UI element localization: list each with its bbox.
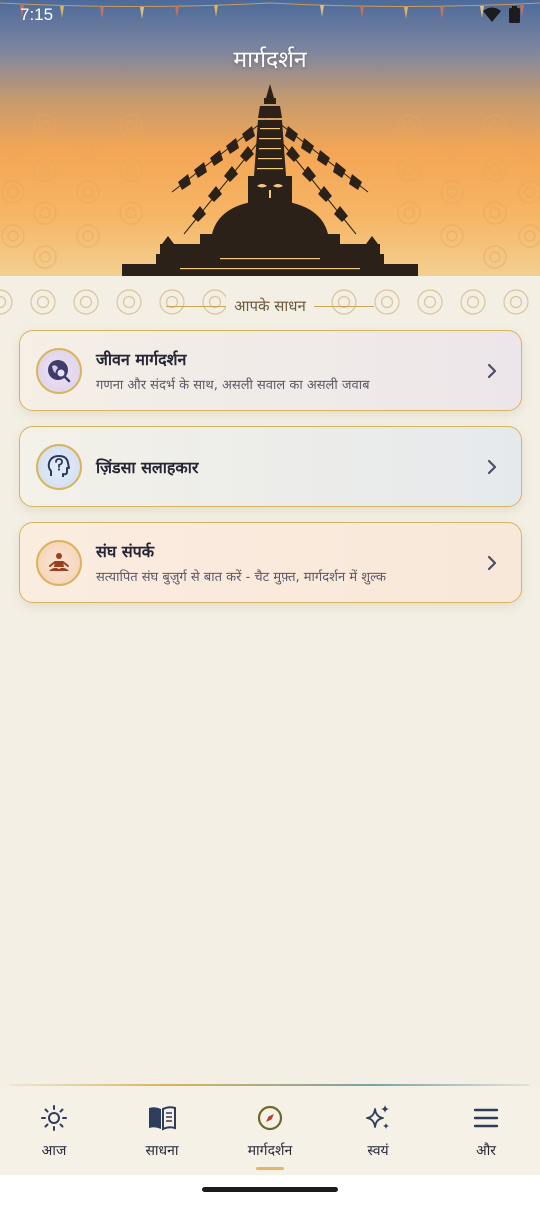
nav-item-more[interactable]: और: [432, 1087, 540, 1175]
home-gesture-bar[interactable]: [202, 1187, 338, 1192]
nav-label: स्वयं: [367, 1143, 389, 1159]
menu-icon: [473, 1108, 499, 1128]
section-header: आपके साधन: [0, 294, 540, 318]
sparkle-icon: [366, 1105, 389, 1129]
chevron-right-icon: [487, 555, 497, 570]
nav-item-self[interactable]: स्वयं: [324, 1087, 432, 1175]
page-title: मार्गदर्शन: [233, 47, 307, 73]
card-title: संघ संपर्क: [96, 542, 155, 561]
bottom-navigation: आज साधना मार्गदर्शन स्वयं और: [0, 1087, 540, 1175]
card-subtitle: सत्यापित संघ बुज़ुर्ग से बात करें - चैट …: [96, 570, 386, 585]
card-icon-container: [36, 347, 82, 394]
chevron-right-icon: [487, 459, 497, 474]
status-time: 7:15: [20, 5, 54, 24]
card-icon-container: [36, 443, 82, 490]
nav-label: और: [475, 1143, 497, 1159]
chevron-right-icon: [487, 363, 497, 378]
nav-divider: [10, 1084, 530, 1086]
nav-active-indicator: [256, 1167, 284, 1170]
sun-icon: [41, 1105, 67, 1131]
card-zindsa-advisor[interactable]: ज़िंडसा सलाहकार: [19, 426, 522, 507]
status-bar: 7:15: [0, 0, 540, 30]
section-divider-left: [166, 305, 227, 307]
globe-search-icon: [48, 359, 71, 382]
section-label: आपके साधन: [226, 296, 314, 316]
card-title: ज़िंडसा सलाहकार: [96, 457, 199, 477]
card-icon-container: [36, 539, 82, 586]
section-divider-right: [313, 305, 374, 307]
card-sangha-contact[interactable]: संघ संपर्क सत्यापित संघ बुज़ुर्ग से बात …: [19, 522, 522, 603]
compass-icon: [257, 1105, 283, 1131]
nav-label: आज: [41, 1143, 67, 1159]
gesture-area: [0, 1175, 540, 1205]
nav-item-sadhana[interactable]: साधना: [108, 1087, 216, 1175]
card-life-guidance[interactable]: जीवन मार्गदर्शन गणना और संदर्भ के साथ, अ…: [19, 330, 522, 411]
card-subtitle: गणना और संदर्भ के साथ, असली सवाल का असली…: [96, 378, 370, 393]
book-icon: [149, 1106, 176, 1131]
card-title: जीवन मार्गदर्शन: [96, 350, 187, 369]
nav-label: साधना: [145, 1143, 179, 1159]
stupa-illustration: [122, 84, 418, 276]
battery-icon: [509, 6, 520, 23]
meditation-icon: [49, 552, 69, 571]
nav-label: मार्गदर्शन: [247, 1143, 293, 1159]
nav-item-today[interactable]: आज: [0, 1087, 108, 1175]
header-banner: 7:15 मार्गदर्शन: [0, 0, 540, 276]
nav-item-guidance[interactable]: मार्गदर्शन: [216, 1087, 324, 1175]
head-question-icon: [47, 454, 70, 477]
wifi-icon: [483, 7, 501, 22]
